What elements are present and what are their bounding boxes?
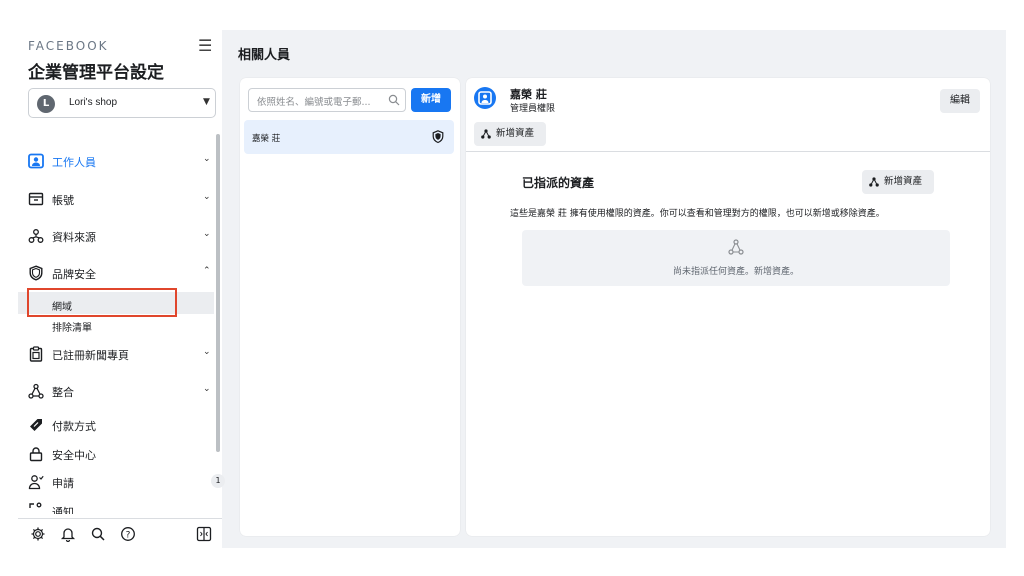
sidebar-item-label: 帳號: [52, 194, 74, 207]
add-asset-label: 新增資產: [496, 128, 535, 139]
clipboard-icon: [29, 346, 43, 362]
sidebar-item-registered-news-pages[interactable]: 已註冊新聞專頁 ⌄: [28, 344, 214, 364]
tag-icon: [30, 419, 42, 431]
search-icon: [388, 94, 400, 106]
brand-label: FACEBOOK: [28, 39, 109, 53]
sidebar-item-notifications[interactable]: 通知: [28, 500, 214, 514]
section-add-asset-label: 新增資產: [884, 176, 923, 187]
bell-icon[interactable]: [60, 526, 76, 542]
inbox-icon: [28, 192, 44, 206]
highlight-annotation-box: [27, 288, 177, 317]
chevron-up-icon: ⌃: [203, 266, 211, 276]
account-avatar: L: [37, 95, 55, 113]
sidebar-item-label: 品牌安全: [52, 268, 96, 281]
add-person-button[interactable]: 新增: [411, 88, 451, 112]
people-list-panel: 依照姓名、編號或電子郵... 新增 嘉榮 莊: [240, 78, 460, 536]
sidebar-item-label: 整合: [52, 386, 74, 399]
sidebar-item-security-center[interactable]: 安全中心: [28, 444, 214, 464]
section-description: 這些是嘉榮 莊 擁有使用權限的資產。你可以查看和管理對方的權限，也可以新增或移除…: [510, 209, 885, 219]
gear-icon[interactable]: [30, 526, 46, 542]
lock-icon: [29, 447, 43, 462]
data-sources-icon: [28, 229, 44, 243]
sidebar-item-accounts[interactable]: 帳號 ⌄: [28, 189, 214, 209]
assets-icon: [728, 239, 744, 255]
sidebar-item-integrations[interactable]: 整合 ⌄: [28, 381, 214, 401]
requests-count-badge: 1: [211, 474, 225, 488]
account-selector[interactable]: L Lori's shop ▼: [28, 88, 216, 118]
page-title: 相關人員: [238, 48, 291, 63]
sidebar-footer: ?: [18, 518, 222, 548]
sidebar-item-label: 付款方式: [52, 420, 96, 433]
person-name-heading: 嘉榮 莊: [510, 88, 547, 101]
sidebar-item-brand-safety[interactable]: 品牌安全 ⌃: [28, 263, 214, 283]
add-asset-button[interactable]: 新增資產: [474, 122, 546, 146]
menu-icon[interactable]: ☰: [198, 36, 212, 55]
sidebar-item-label: 資料來源: [52, 231, 96, 244]
sidebar-subitem-label: 排除清單: [52, 323, 92, 334]
person-header: 嘉榮 莊 管理員權限 編輯 新增資產: [466, 78, 990, 152]
sidebar-subitem-block-lists[interactable]: 排除清單: [28, 316, 214, 336]
sidebar-item-requests[interactable]: 申請 1: [28, 472, 225, 492]
sidebar-item-label: 安全中心: [52, 449, 96, 462]
sidebar-item-label: 申請: [52, 477, 74, 490]
chevron-down-icon: ⌄: [203, 384, 211, 394]
chevron-down-icon: ⌄: [203, 154, 211, 164]
empty-assets-text: 尚未指派任何資產。新增資產。: [672, 267, 799, 277]
sidebar-item-label: 工作人員: [52, 156, 96, 169]
list-item[interactable]: 嘉榮 莊: [244, 120, 454, 154]
search-placeholder: 依照姓名、編號或電子郵...: [257, 97, 371, 108]
sidebar: FACEBOOK ☰ 企業管理平台設定 L Lori's shop ▼ 工作人員…: [18, 30, 225, 548]
empty-assets-state: 尚未指派任何資產。新增資產。: [522, 230, 950, 286]
sidebar-item-people[interactable]: 工作人員 ⌄: [28, 151, 214, 171]
people-badge-icon: [478, 91, 492, 105]
section-title: 已指派的資產: [522, 176, 595, 190]
person-role: 管理員權限: [510, 104, 556, 114]
app-title: 企業管理平台設定: [28, 63, 164, 83]
person-name: 嘉榮 莊: [252, 134, 281, 144]
panel-toggle-icon[interactable]: [196, 526, 212, 542]
sidebar-item-data-sources[interactable]: 資料來源 ⌄: [28, 226, 214, 246]
sidebar-item-label: 通知: [52, 506, 74, 514]
help-icon[interactable]: ?: [120, 526, 136, 542]
assets-icon: [869, 177, 879, 187]
chevron-down-icon: ⌄: [203, 347, 211, 357]
business-settings-window: FACEBOOK ☰ 企業管理平台設定 L Lori's shop ▼ 工作人員…: [18, 30, 1006, 548]
search-icon[interactable]: [90, 526, 106, 542]
integrations-icon: [28, 383, 44, 399]
avatar: [474, 87, 496, 109]
chevron-down-icon: ⌄: [203, 229, 211, 239]
bell-icon: [29, 502, 42, 508]
sidebar-scrollbar[interactable]: [216, 134, 220, 452]
edit-button[interactable]: 編輯: [940, 89, 980, 113]
section-add-asset-button[interactable]: 新增資產: [862, 170, 934, 194]
search-input[interactable]: 依照姓名、編號或電子郵...: [248, 88, 406, 112]
shield-icon: [29, 265, 43, 281]
account-name: Lori's shop: [69, 97, 118, 108]
assets-icon: [481, 129, 491, 139]
sidebar-item-label: 已註冊新聞專頁: [52, 349, 129, 362]
person-request-icon: [28, 475, 44, 490]
svg-text:?: ?: [126, 530, 131, 540]
admin-shield-icon: [432, 130, 444, 144]
caret-down-icon: ▼: [203, 97, 210, 107]
sidebar-item-payment-methods[interactable]: 付款方式: [28, 415, 214, 435]
chevron-down-icon: ⌄: [203, 192, 211, 202]
person-detail-panel: 嘉榮 莊 管理員權限 編輯 新增資產 已指派的資產 新增資產 這些是嘉榮 莊 擁…: [466, 78, 990, 536]
people-badge-icon: [28, 153, 44, 169]
